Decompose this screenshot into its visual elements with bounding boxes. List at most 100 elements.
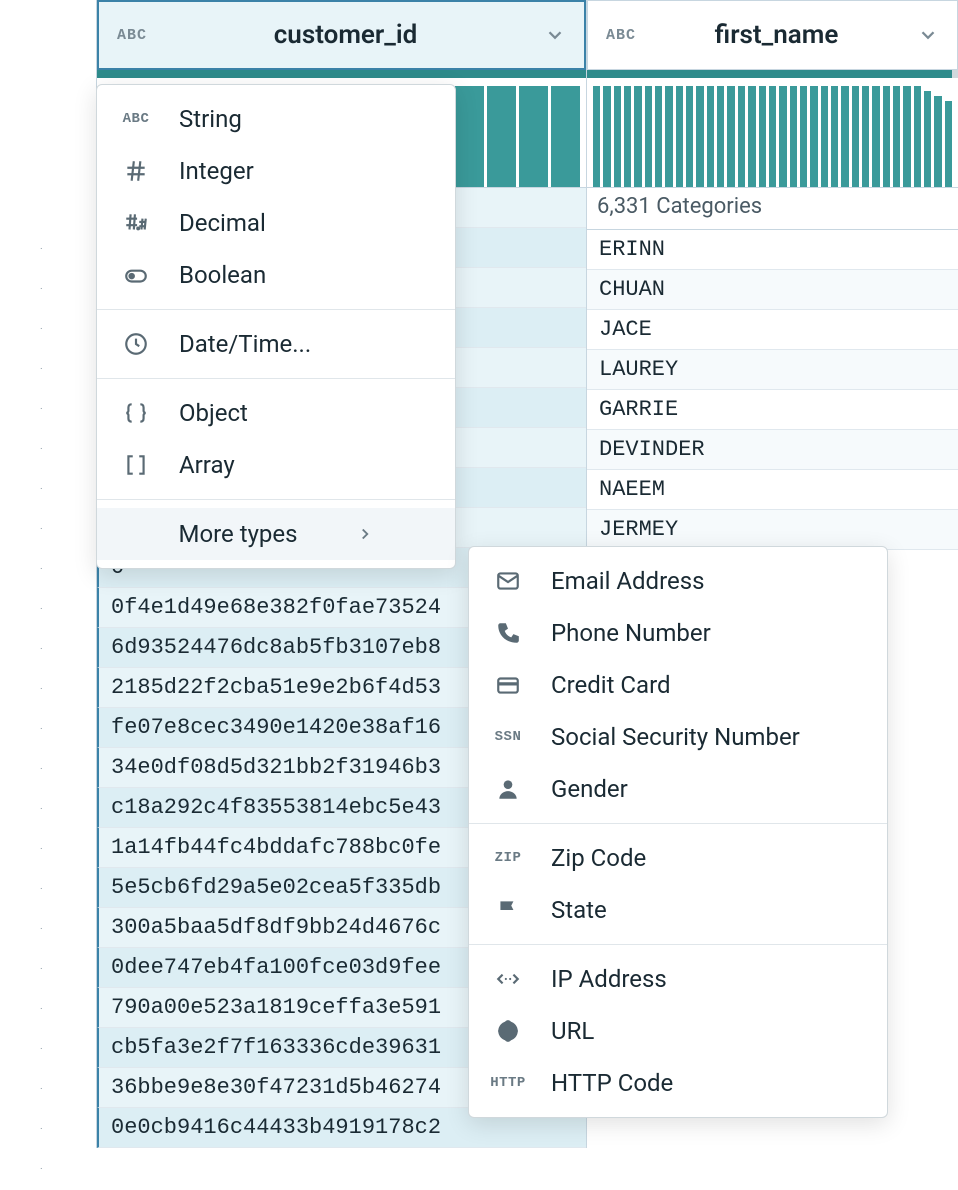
- column-header-customer-id[interactable]: ABC customer_id: [97, 0, 586, 70]
- brackets-icon: [121, 450, 151, 480]
- menu-item-email-address[interactable]: Email Address: [469, 555, 887, 607]
- histogram-bar: [686, 86, 693, 187]
- ssn-icon: SSN: [493, 722, 523, 752]
- flag-icon: [493, 895, 523, 925]
- column-header-first-name[interactable]: ABC first_name: [587, 0, 958, 70]
- cell-first-name[interactable]: CHUAN: [587, 270, 958, 310]
- histogram-bar: [655, 86, 662, 187]
- histogram-bar: [831, 86, 838, 187]
- menu-item-boolean[interactable]: Boolean: [97, 249, 455, 301]
- column-title: first_name: [636, 20, 917, 50]
- menu-item-label: String: [179, 105, 431, 133]
- quality-bar: [97, 70, 586, 78]
- histogram-bar: [810, 86, 817, 187]
- menu-item-label: HTTP Code: [551, 1069, 863, 1097]
- histogram-first-name[interactable]: [587, 78, 958, 188]
- menu-item-url[interactable]: URL: [469, 1005, 887, 1057]
- histogram-bar: [707, 86, 714, 187]
- type-dropdown-menu: ABC String Integer Decimal Boolean Date/Time.…: [96, 84, 456, 569]
- quality-bar: [587, 70, 958, 78]
- cell-first-name[interactable]: JACE: [587, 310, 958, 350]
- menu-item-label: More types: [178, 520, 297, 548]
- menu-item-label: URL: [551, 1017, 863, 1045]
- histogram-bar: [852, 86, 859, 187]
- menu-item-more-types[interactable]: More types: [97, 508, 455, 560]
- menu-item-ip-address[interactable]: IP Address: [469, 953, 887, 1005]
- histogram-bar: [455, 86, 484, 187]
- histogram-bar: [614, 86, 621, 187]
- more-types-submenu: Email AddressPhone NumberCredit CardSSNS…: [468, 546, 888, 1118]
- hash-icon: [121, 156, 151, 186]
- menu-item-string[interactable]: ABC String: [97, 93, 455, 145]
- menu-item-label: IP Address: [551, 965, 863, 993]
- menu-item-zip-code[interactable]: ZIP Zip Code: [469, 832, 887, 884]
- cell-first-name[interactable]: ERINN: [587, 230, 958, 270]
- card-icon: [493, 670, 523, 700]
- menu-item-integer[interactable]: Integer: [97, 145, 455, 197]
- cell-first-name[interactable]: LAUREY: [587, 350, 958, 390]
- column-title: customer_id: [147, 20, 544, 50]
- histogram-bar: [487, 86, 516, 187]
- type-badge-abc-icon: ABC: [117, 27, 147, 44]
- menu-item-label: Zip Code: [551, 844, 863, 872]
- histogram-bar: [914, 86, 921, 187]
- menu-item-label: Credit Card: [551, 671, 863, 699]
- toggle-icon: [121, 260, 151, 290]
- menu-item-object[interactable]: Object: [97, 387, 455, 439]
- http-icon: HTTP: [493, 1068, 523, 1098]
- histogram-bar: [924, 91, 931, 187]
- zip-icon: ZIP: [493, 843, 523, 873]
- histogram-bar: [696, 86, 703, 187]
- histogram-bar: [748, 86, 755, 187]
- decimal-icon: [121, 208, 151, 238]
- menu-item-http-code[interactable]: HTTP HTTP Code: [469, 1057, 887, 1109]
- menu-item-phone-number[interactable]: Phone Number: [469, 607, 887, 659]
- histogram-bar: [872, 86, 879, 187]
- menu-item-date-time[interactable]: Date/Time...: [97, 318, 455, 370]
- menu-item-label: Array: [179, 451, 431, 479]
- menu-item-label: Email Address: [551, 567, 863, 595]
- chevron-down-icon[interactable]: [544, 24, 566, 46]
- cell-first-name[interactable]: GARRIE: [587, 390, 958, 430]
- menu-item-label: Boolean: [179, 261, 431, 289]
- ip-icon: [493, 964, 523, 994]
- menu-item-label: Gender: [551, 775, 863, 803]
- histogram-bar: [717, 86, 724, 187]
- histogram-bar: [779, 86, 786, 187]
- histogram-bar: [821, 86, 828, 187]
- histogram-bar: [903, 86, 910, 187]
- clock-icon: [121, 329, 151, 359]
- histogram-bar: [519, 86, 548, 187]
- histogram-bar: [934, 96, 941, 187]
- menu-item-label: State: [551, 896, 863, 924]
- abc-icon: ABC: [121, 104, 151, 134]
- histogram-bar: [676, 86, 683, 187]
- histogram-bar: [645, 86, 652, 187]
- menu-item-array[interactable]: Array: [97, 439, 455, 491]
- menu-item-credit-card[interactable]: Credit Card: [469, 659, 887, 711]
- cell-first-name[interactable]: NAEEM: [587, 470, 958, 510]
- histogram-bar: [800, 86, 807, 187]
- row-gutter: ·········· ·········· ····: [40, 230, 43, 1190]
- menu-item-label: Phone Number: [551, 619, 863, 647]
- histogram-bar: [624, 86, 631, 187]
- histogram-bar: [893, 86, 900, 187]
- chevron-down-icon[interactable]: [917, 24, 939, 46]
- menu-item-social-security-number[interactable]: SSNSocial Security Number: [469, 711, 887, 763]
- menu-item-gender[interactable]: Gender: [469, 763, 887, 815]
- menu-item-decimal[interactable]: Decimal: [97, 197, 455, 249]
- cell-first-name[interactable]: DEVINDER: [587, 430, 958, 470]
- histogram-bar: [790, 86, 797, 187]
- histogram-bar: [634, 86, 641, 187]
- chevron-right-icon: [356, 525, 374, 543]
- histogram-bar: [862, 86, 869, 187]
- menu-item-label: Decimal: [179, 209, 431, 237]
- menu-item-state[interactable]: State: [469, 884, 887, 936]
- cell-first-name[interactable]: JERMEY: [587, 510, 958, 550]
- histogram-bar: [769, 86, 776, 187]
- histogram-bar: [883, 86, 890, 187]
- menu-item-label: Date/Time...: [179, 330, 431, 358]
- braces-icon: [121, 398, 151, 428]
- histogram-bar: [738, 86, 745, 187]
- histogram-bar: [841, 86, 848, 187]
